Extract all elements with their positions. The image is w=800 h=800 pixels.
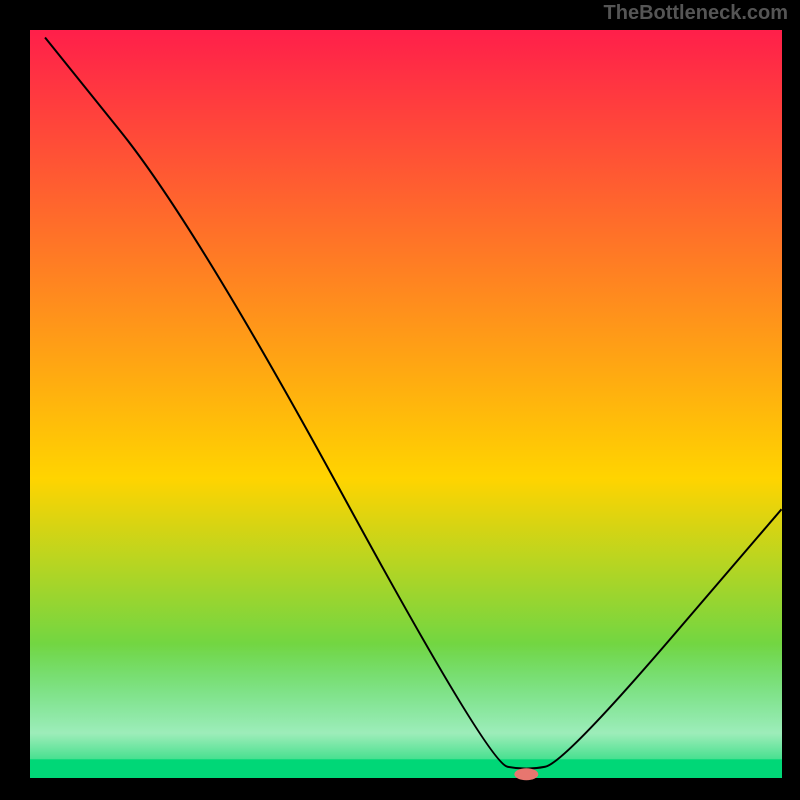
attribution-text: TheBottleneck.com: [604, 2, 788, 25]
bottleneck-chart: [0, 0, 800, 800]
chart-whiten-overlay: [30, 30, 782, 778]
chart-green-band: [30, 759, 782, 778]
chart-svg: [0, 0, 800, 800]
chart-marker: [514, 768, 538, 780]
